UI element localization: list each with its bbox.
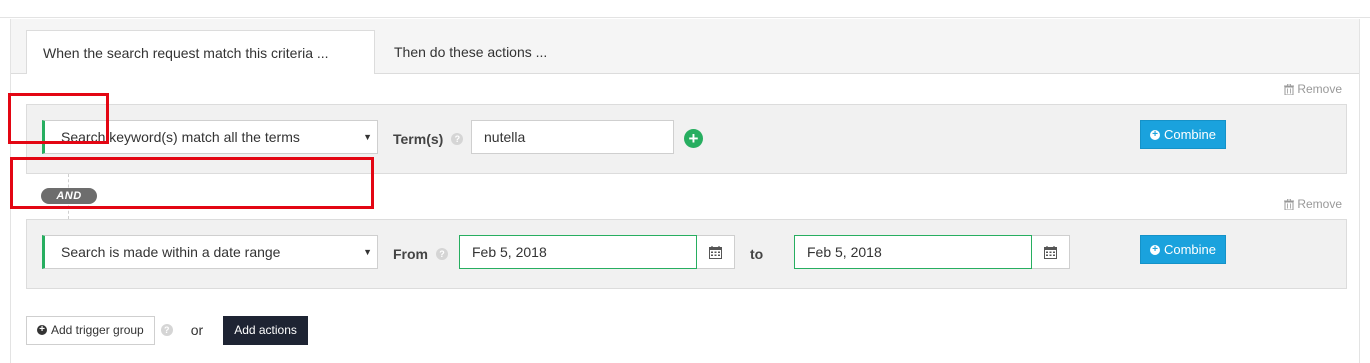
help-icon[interactable]: ?	[451, 133, 464, 145]
remove-link-2[interactable]: Remove	[1284, 197, 1342, 211]
remove-label: Remove	[1297, 197, 1342, 211]
calendar-icon	[709, 245, 722, 259]
select-value: Search is made within a date range	[61, 244, 281, 260]
combine-button[interactable]: + Combine	[1140, 235, 1226, 264]
add-term-plus-icon[interactable]: +	[684, 129, 703, 148]
caret-down-icon: ▼	[363, 132, 372, 142]
from-calendar-button[interactable]	[697, 235, 735, 269]
rule-panel: When the search request match this crite…	[10, 19, 1360, 363]
criteria-content: Remove Search keyword(s) match all the t…	[11, 74, 1359, 363]
add-trigger-group-button[interactable]: + Add trigger group	[26, 315, 155, 345]
tab-bar: When the search request match this crite…	[11, 19, 1359, 75]
remove-link-1[interactable]: Remove	[1284, 82, 1342, 96]
trash-icon	[1284, 83, 1295, 95]
to-date-input[interactable]: Feb 5, 2018	[794, 235, 1032, 269]
from-date-input[interactable]: Feb 5, 2018	[459, 235, 697, 269]
criteria-row-keywords: Search keyword(s) match all the terms ▼ …	[26, 104, 1347, 174]
plus-circle-icon: +	[1149, 129, 1160, 140]
criteria-type-select[interactable]: Search keyword(s) match all the terms ▼	[42, 120, 378, 154]
combine-label: Combine	[1163, 127, 1217, 142]
add-actions-button[interactable]: Add actions	[223, 315, 308, 345]
terms-label: Term(s)	[393, 131, 444, 147]
terms-input[interactable]: nutella	[471, 120, 674, 154]
help-icon[interactable]: ?	[160, 324, 173, 336]
and-connector-badge[interactable]: AND	[41, 188, 97, 204]
criteria-row-date-range: Search is made within a date range ▼ Fro…	[26, 219, 1347, 289]
trash-icon	[1284, 198, 1295, 210]
footer-actions: + Add trigger group ? or Add actions	[26, 315, 308, 345]
page: When the search request match this crite…	[0, 0, 1370, 363]
combine-button[interactable]: + Combine	[1140, 120, 1226, 149]
tab-criteria[interactable]: When the search request match this crite…	[26, 30, 375, 75]
or-text: or	[190, 322, 204, 338]
tab-actions[interactable]: Then do these actions ...	[378, 30, 578, 74]
combine-label: Combine	[1163, 242, 1217, 257]
to-label: to	[750, 246, 764, 262]
select-value: Search keyword(s) match all the terms	[61, 129, 300, 145]
terms-label-group: Term(s) ?	[393, 105, 464, 173]
criteria-type-select[interactable]: Search is made within a date range ▼	[42, 235, 378, 269]
add-trigger-label: Add trigger group	[51, 323, 144, 337]
caret-down-icon: ▼	[363, 247, 372, 257]
top-strip	[0, 0, 1370, 18]
from-label: From	[393, 246, 428, 262]
remove-label: Remove	[1297, 82, 1342, 96]
help-icon[interactable]: ?	[436, 248, 448, 260]
from-label-group: From ?	[393, 220, 448, 288]
plus-circle-icon: +	[1149, 244, 1160, 255]
calendar-icon	[1044, 245, 1057, 259]
to-calendar-button[interactable]	[1032, 235, 1070, 269]
plus-circle-icon: +	[37, 325, 47, 335]
